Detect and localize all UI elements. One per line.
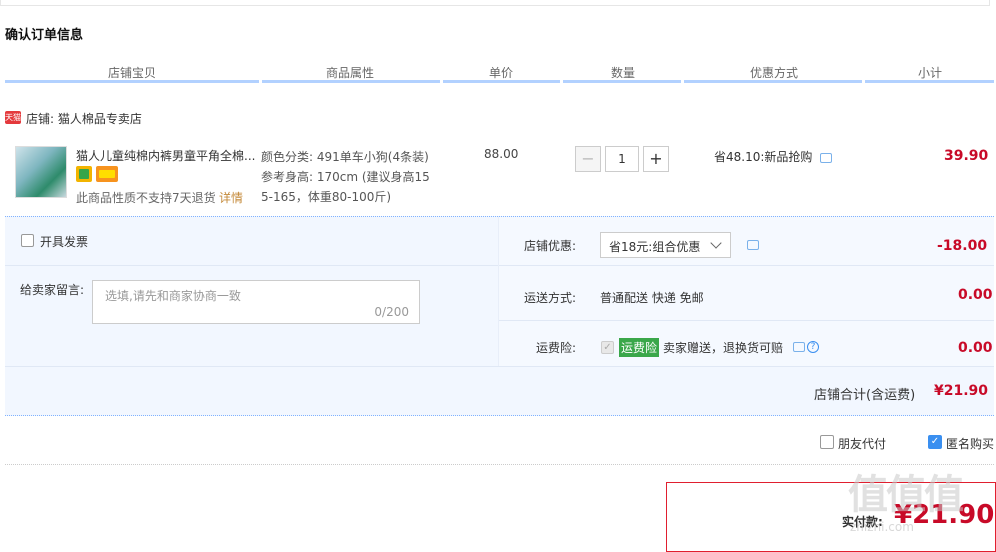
shop-total-amount: ¥21.90 — [934, 383, 989, 399]
anonymous-checkbox[interactable]: ✓ — [928, 435, 942, 449]
insurance-label: 运费险: — [536, 341, 577, 355]
chat-icon[interactable] — [820, 153, 832, 163]
chat-icon[interactable] — [747, 240, 759, 250]
insurance-checkbox: ✓ — [601, 341, 614, 354]
header-underline — [865, 80, 994, 83]
product-name-link[interactable]: 猫人儿童纯棉内裤男童平角全棉... — [76, 147, 256, 164]
shop-discount-amount: -18.00 — [937, 238, 988, 254]
qty-input[interactable]: 1 — [605, 146, 639, 172]
column-header-row: 店铺宝贝 商品属性 单价 数量 优惠方式 小计 — [5, 60, 994, 82]
column-header-promo: 优惠方式 — [750, 66, 799, 80]
column-header-attr: 商品属性 — [326, 66, 375, 80]
unit-price: 88.00 — [484, 147, 519, 161]
attr-height: 参考身高: 170cm (建议身高15 — [261, 170, 430, 184]
shipping-amount: 0.00 — [958, 287, 993, 303]
insurance-text: 卖家赠送，退换货可赔 — [663, 341, 784, 355]
header-underline — [443, 80, 560, 83]
column-header-price: 单价 — [489, 66, 514, 80]
message-textarea[interactable]: 选填,请先和商家协商一致 0/200 — [92, 280, 420, 324]
shop-discount-value: 省18元:组合优惠 — [609, 240, 701, 254]
promo-text[interactable]: 省48.10:新品抢购 — [714, 148, 812, 165]
panel-row-divider — [499, 265, 994, 266]
header-underline — [5, 80, 259, 83]
column-header-item: 店铺宝贝 — [108, 66, 157, 80]
no-return-notice: 此商品性质不支持7天退货 — [76, 191, 216, 205]
friend-pay-checkbox[interactable] — [820, 435, 834, 449]
qty-plus-button[interactable]: + — [643, 146, 669, 172]
item-subtotal: 39.90 — [944, 148, 989, 164]
watermark-site: zhizhi.com — [850, 520, 914, 534]
column-header-subtotal: 小计 — [918, 66, 943, 80]
friend-pay-label[interactable]: 朋友代付 — [838, 435, 886, 452]
product-thumbnail[interactable] — [15, 146, 67, 198]
shop-discount-select[interactable]: 省18元:组合优惠 — [600, 232, 731, 258]
column-header-qty: 数量 — [611, 66, 636, 80]
header-underline — [684, 80, 862, 83]
guarantee-badge-icon — [76, 166, 92, 182]
divider — [5, 464, 994, 465]
panel-divider — [498, 216, 499, 366]
insurance-amount: 0.00 — [958, 340, 993, 356]
header-underline — [563, 80, 681, 83]
shipping-label: 运送方式: — [524, 291, 577, 305]
panel-row-divider — [5, 265, 498, 266]
attr-color: 颜色分类: 491单车小狗(4条装) — [261, 150, 429, 164]
shipping-value: 普通配送 快递 免邮 — [600, 291, 704, 305]
invoice-label[interactable]: 开具发票 — [40, 233, 88, 250]
section-title: 确认订单信息 — [5, 28, 84, 43]
header-underline — [262, 80, 440, 83]
chat-icon[interactable] — [793, 342, 805, 352]
panel-row-divider — [499, 320, 994, 321]
tmall-badge-icon: 天猫 — [5, 111, 21, 124]
top-border — [0, 0, 990, 6]
help-icon[interactable]: ? — [807, 341, 819, 353]
detail-link[interactable]: 详情 — [219, 189, 243, 206]
card-badge-icon — [96, 166, 118, 182]
panel-row-divider — [5, 366, 994, 367]
anonymous-label[interactable]: 匿名购买 — [946, 435, 994, 452]
message-label: 给卖家留言: — [20, 283, 85, 297]
shop-discount-label: 店铺优惠: — [524, 239, 577, 253]
qty-minus-button[interactable]: − — [575, 146, 601, 172]
insurance-tag: 运费险 — [619, 338, 660, 357]
watermark-logo: 值值值 — [848, 472, 964, 518]
chevron-down-icon — [710, 237, 722, 249]
shop-name[interactable]: 店铺: 猫人棉品专卖店 — [26, 110, 142, 127]
message-char-count: 0/200 — [374, 305, 409, 319]
shop-total-label: 店铺合计(含运费) — [814, 388, 916, 403]
attr-height-cont: 5-165，体重80-100斤) — [261, 190, 392, 204]
invoice-checkbox[interactable] — [21, 234, 34, 247]
message-placeholder: 选填,请先和商家协商一致 — [105, 289, 241, 303]
